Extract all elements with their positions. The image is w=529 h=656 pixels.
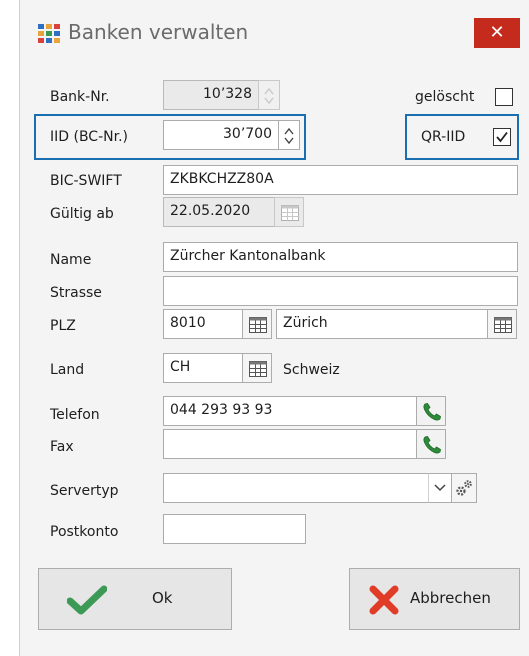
strasse-label: Strasse	[50, 285, 102, 301]
checkmark-icon	[496, 131, 508, 143]
name-field[interactable]: Zürcher Kantonalbank	[163, 242, 518, 272]
table-lookup-icon	[249, 361, 267, 377]
plz-lookup-button[interactable]	[242, 309, 272, 339]
servertyp-dropdown-button[interactable]	[428, 473, 452, 503]
land-lookup-button[interactable]	[242, 353, 272, 383]
table-lookup-icon	[249, 317, 267, 333]
name-label: Name	[50, 252, 92, 268]
bank-nr-field[interactable]: 10’328	[163, 80, 259, 110]
phone-icon	[423, 403, 441, 421]
telefon-field[interactable]: 044 293 93 93	[163, 396, 417, 426]
iid-spinner[interactable]	[278, 120, 300, 150]
ok-button[interactable]: Ok	[38, 568, 232, 630]
table-lookup-icon	[494, 317, 512, 333]
gears-icon	[456, 480, 472, 496]
dialog-window: Banken verwalten ✕ Bank-Nr. 10’328 gelös…	[19, 0, 529, 656]
telefon-call-button[interactable]	[416, 396, 446, 426]
cancel-button[interactable]: Abbrechen	[349, 568, 520, 630]
bank-nr-spinner[interactable]	[258, 80, 280, 110]
iid-field[interactable]: 30’700	[163, 120, 279, 150]
cross-icon	[369, 585, 399, 615]
fax-call-button[interactable]	[416, 429, 446, 459]
cancel-button-label: Abbrechen	[410, 589, 491, 607]
geloescht-label: gelöscht	[415, 89, 475, 105]
strasse-field[interactable]	[163, 276, 518, 306]
bic-field[interactable]: ZKBKCHZZ80A	[163, 165, 518, 195]
chevron-down-icon	[434, 484, 446, 492]
servertyp-settings-button[interactable]	[451, 473, 477, 503]
ok-button-label: Ok	[152, 589, 173, 607]
checkmark-icon	[67, 585, 107, 615]
close-button[interactable]: ✕	[474, 18, 520, 48]
ort-lookup-button[interactable]	[487, 309, 517, 339]
bank-nr-label: Bank-Nr.	[50, 89, 110, 105]
land-name-text: Schweiz	[283, 362, 340, 378]
qr-iid-checkbox[interactable]	[493, 128, 511, 146]
spin-arrows-icon	[264, 87, 274, 105]
gueltig-ab-field[interactable]: 22.05.2020	[163, 197, 275, 227]
servertyp-select[interactable]	[163, 473, 452, 503]
fax-field[interactable]	[163, 429, 417, 459]
window-title: Banken verwalten	[68, 20, 249, 44]
gueltig-ab-calendar-button[interactable]	[274, 197, 304, 227]
iid-label: IID (BC-Nr.)	[50, 129, 128, 145]
calendar-icon	[281, 205, 299, 221]
land-code-field[interactable]: CH	[163, 353, 243, 383]
servertyp-label: Servertyp	[50, 483, 119, 499]
telefon-label: Telefon	[50, 407, 100, 423]
plz-field[interactable]: 8010	[163, 309, 243, 339]
spin-arrows-icon	[284, 127, 294, 145]
geloescht-checkbox[interactable]	[495, 88, 513, 106]
postkonto-label: Postkonto	[50, 524, 119, 540]
qr-iid-label: QR-IID	[421, 129, 466, 145]
ort-field[interactable]: Zürich	[276, 309, 488, 339]
postkonto-field[interactable]	[163, 514, 306, 544]
land-label: Land	[50, 362, 85, 378]
gueltig-ab-label: Gültig ab	[50, 206, 114, 222]
plz-label: PLZ	[50, 318, 76, 334]
fax-label: Fax	[50, 439, 74, 455]
title-bar[interactable]: Banken verwalten ✕	[20, 0, 529, 66]
app-grid-icon	[38, 24, 60, 44]
phone-icon	[423, 436, 441, 454]
bic-label: BIC-SWIFT	[50, 173, 122, 189]
